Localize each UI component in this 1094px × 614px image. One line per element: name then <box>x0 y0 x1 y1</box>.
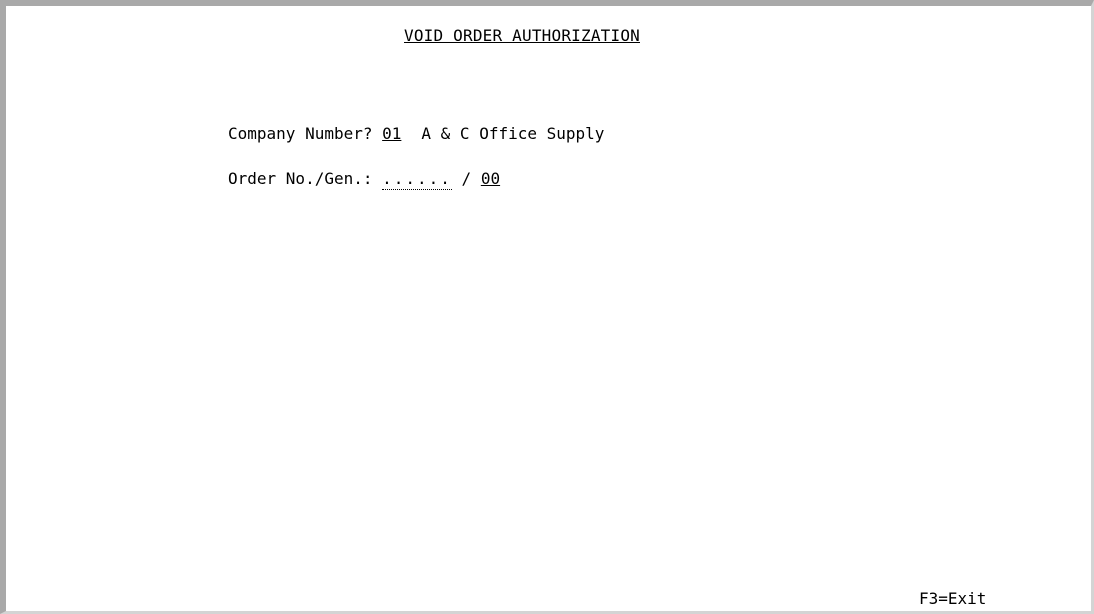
terminal-screen: VOID ORDER AUTHORIZATION Company Number?… <box>0 0 1094 614</box>
screen-title: VOID ORDER AUTHORIZATION <box>404 26 640 45</box>
f3-exit-key[interactable]: F3=Exit <box>919 589 986 608</box>
company-number-label: Company Number? <box>228 124 383 143</box>
company-number-field[interactable]: 01 <box>382 124 401 144</box>
order-number-label: Order No./Gen.: <box>228 169 383 188</box>
order-number-field[interactable]: ...... <box>382 169 452 190</box>
order-generation-separator: / <box>451 169 481 188</box>
company-number-row: Company Number? 01 A & C Office Supply <box>228 124 604 144</box>
order-number-row: Order No./Gen.: ...... / 00 <box>228 169 500 190</box>
order-generation-field[interactable]: 00 <box>481 169 500 189</box>
company-name-text: A & C Office Supply <box>421 124 605 143</box>
